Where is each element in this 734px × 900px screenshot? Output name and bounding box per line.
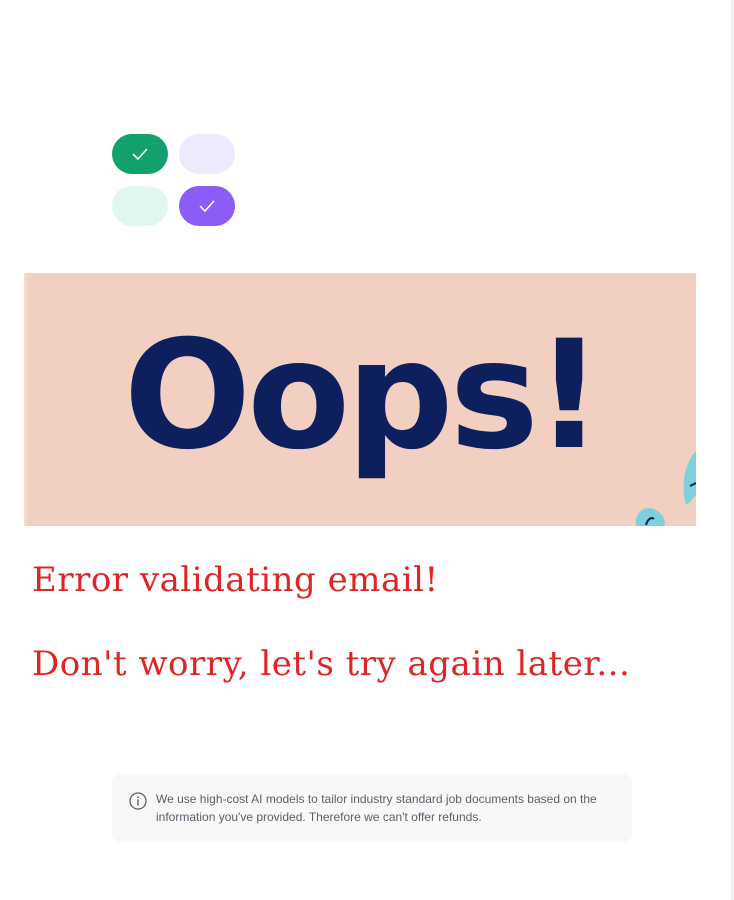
refund-notice-text: We use high-cost AI models to tailor ind… [156,792,597,824]
banner-title: Oops! [123,309,604,483]
retry-message: Don't worry, let's try again later... [32,644,631,684]
decorative-shapes [635,451,696,526]
green-option-toggle[interactable] [112,134,168,174]
check-icon [199,200,215,212]
error-message: Error validating email! [32,560,439,600]
info-icon [129,792,147,810]
purple-option-toggle[interactable] [179,186,235,226]
mint-option-toggle[interactable] [112,186,168,226]
refund-notice: We use high-cost AI models to tailor ind… [112,774,632,842]
lavender-option-toggle[interactable] [179,134,235,174]
oops-banner: Oops! [24,273,696,526]
check-icon [132,148,148,160]
